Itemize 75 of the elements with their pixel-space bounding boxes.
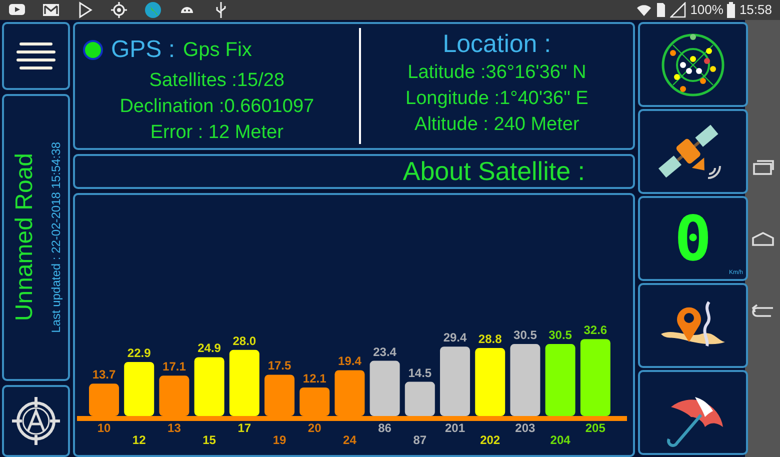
value-label: 23.4 — [373, 344, 396, 359]
value-label: 19.4 — [338, 354, 362, 368]
value-label: 14.5 — [408, 366, 432, 380]
signal-icon — [670, 2, 686, 18]
bar — [404, 382, 435, 416]
category-label: 87 — [413, 433, 427, 447]
category-label: 86 — [378, 421, 392, 435]
bar — [440, 346, 470, 416]
bar — [545, 344, 576, 416]
value-label: 17.5 — [268, 358, 292, 373]
bar — [334, 370, 365, 416]
gps-target-icon — [110, 1, 128, 19]
value-label: 24.9 — [198, 341, 221, 356]
category-label: 201 — [444, 421, 466, 435]
section-title: About Satellite : — [402, 155, 585, 188]
category-label: 204 — [550, 433, 570, 447]
road-name: Unnamed Road — [10, 153, 39, 322]
satellite-button[interactable] — [638, 109, 748, 194]
category-label: 17 — [238, 421, 252, 435]
category-label: 24 — [343, 433, 356, 447]
sky-view-button[interactable] — [638, 22, 748, 107]
category-label: 12 — [132, 433, 146, 447]
value-label: 22.9 — [127, 346, 151, 360]
location-info-text: Latitude :36°16'36" N — [406, 61, 588, 85]
category-label: 203 — [515, 421, 536, 435]
menu-button[interactable] — [2, 22, 70, 90]
bar — [300, 387, 330, 416]
gps-label: GPS : — [111, 35, 176, 65]
category-label: 13 — [168, 421, 181, 435]
speed-value: 0 — [674, 208, 712, 270]
map-button[interactable] — [638, 283, 748, 368]
crosshair-icon — [10, 395, 62, 447]
wifi-icon — [636, 2, 652, 18]
category-label: 10 — [97, 421, 111, 435]
last-updated: Last updated : 22-02-2018 15:54:38 — [48, 142, 64, 333]
battery-icon — [727, 2, 736, 18]
bar — [229, 350, 260, 416]
category-label: 20 — [308, 421, 322, 435]
sim-card-icon — [656, 2, 666, 18]
location-info-text: Altitude : 240 Meter — [414, 113, 580, 137]
value-label: 13.7 — [92, 368, 116, 382]
value-label: 17.1 — [162, 360, 186, 374]
category-label: 205 — [585, 421, 606, 435]
back-icon[interactable] — [750, 302, 774, 320]
category-label: 19 — [272, 433, 286, 447]
clock: 15:58 — [739, 1, 772, 20]
bar — [370, 360, 400, 416]
bar — [194, 357, 224, 416]
home-icon[interactable] — [750, 230, 774, 246]
bar — [89, 384, 119, 416]
location-info-text: Longitude :1°40'36" E — [404, 87, 590, 111]
gps-info-text: Declination :0.6601097 — [118, 95, 316, 119]
gps-info-text: Error : 12 Meter — [149, 121, 284, 145]
bar — [159, 376, 190, 416]
value-label: 30.5 — [514, 328, 537, 342]
menu-icon — [16, 41, 56, 71]
bar — [124, 362, 154, 416]
weather-button[interactable] — [638, 370, 748, 455]
bar — [510, 344, 540, 416]
value-label: 28.8 — [478, 332, 502, 346]
value-label: 32.6 — [584, 323, 608, 338]
value-label: 12.1 — [302, 371, 326, 386]
recent-apps-icon[interactable] — [752, 158, 774, 176]
gps-status: Gps Fix — [183, 38, 252, 63]
location-title: Location : — [442, 29, 552, 60]
battery-level: 100% — [690, 1, 724, 20]
value-label: 30.5 — [548, 328, 572, 342]
bar — [475, 348, 506, 416]
value-label: 28.0 — [232, 334, 256, 348]
bar — [264, 374, 294, 416]
category-label: 15 — [202, 433, 216, 447]
value-label: 29.4 — [443, 330, 467, 345]
category-label: 202 — [480, 433, 500, 447]
compass-button[interactable] — [2, 385, 70, 457]
gps-info-text: Satellites :15/28 — [148, 69, 286, 93]
